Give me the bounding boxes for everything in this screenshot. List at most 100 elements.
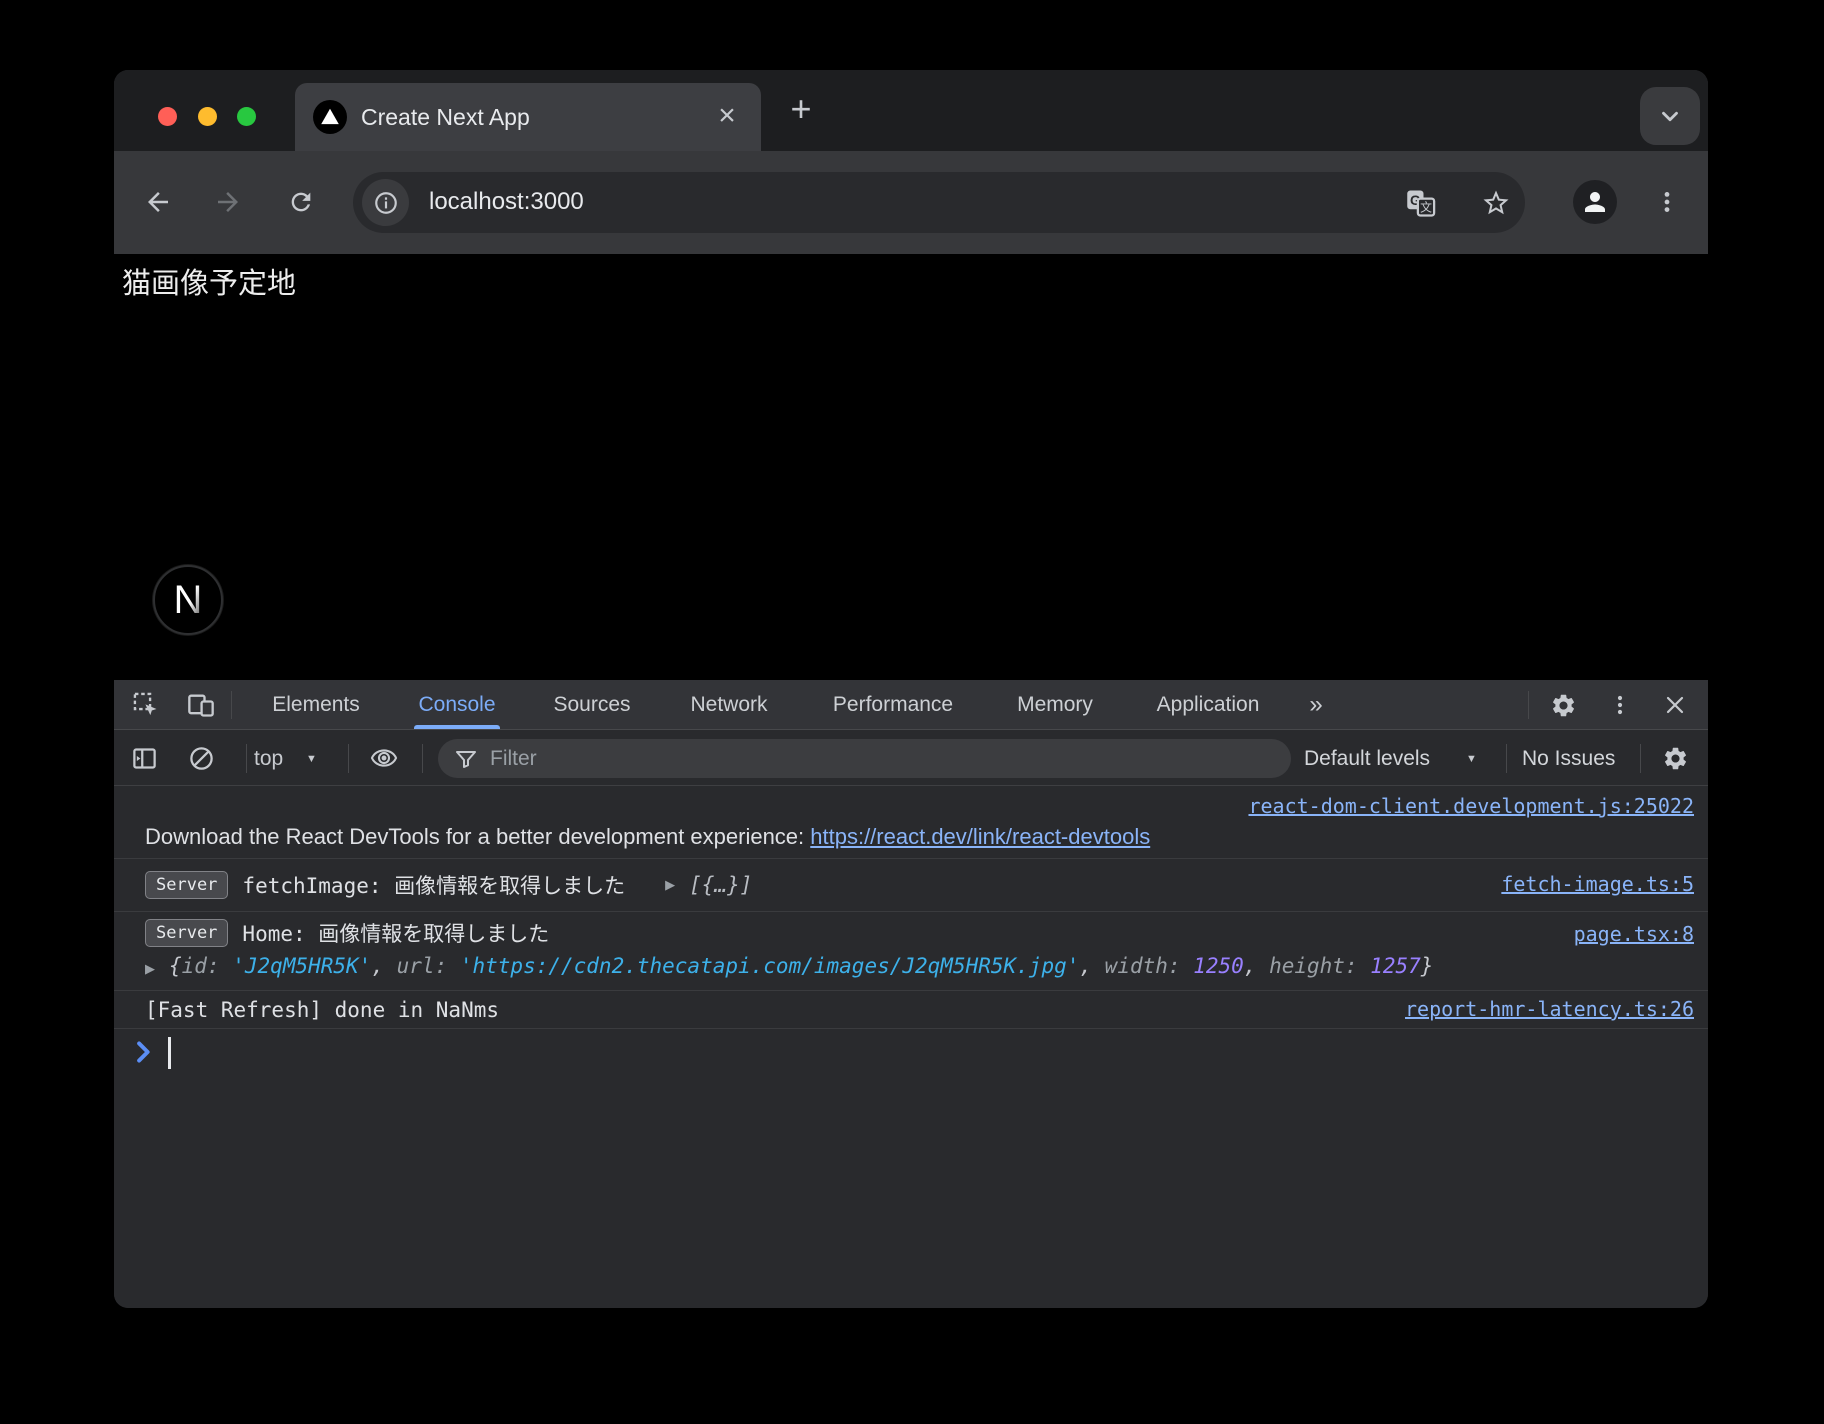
- three-dot-menu-icon: [1654, 189, 1680, 215]
- message-text: fetchImage: 画像情報を取得しました: [242, 870, 625, 900]
- traffic-light-minimize[interactable]: [198, 107, 217, 126]
- tab-performance[interactable]: Performance: [833, 680, 953, 730]
- svg-text:文: 文: [1420, 201, 1432, 215]
- new-tab-button[interactable]: +: [778, 85, 824, 137]
- tab-application[interactable]: Application: [1157, 680, 1260, 730]
- translate-button[interactable]: G 文: [1397, 179, 1445, 227]
- message-text: Download the React DevTools for a better…: [145, 824, 810, 849]
- log-levels-selector[interactable]: Default levels: [1304, 731, 1430, 786]
- filter-input[interactable]: [490, 739, 1270, 778]
- close-icon: [1663, 693, 1687, 717]
- object-key: id: [182, 954, 207, 978]
- traffic-light-zoom[interactable]: [237, 107, 256, 126]
- console-prompt[interactable]: [114, 1033, 1708, 1077]
- devtools-settings-button[interactable]: [1543, 685, 1583, 725]
- object-key: url: [397, 954, 435, 978]
- devtools-menu-button[interactable]: [1600, 685, 1640, 725]
- device-toolbar-icon: [187, 691, 215, 719]
- reload-icon: [287, 188, 315, 216]
- reload-button[interactable]: [279, 180, 323, 224]
- forward-arrow-icon: [213, 187, 243, 217]
- console-row-home: Server Home: 画像情報を取得しました page.tsx:8 ▶ {id…: [114, 912, 1708, 991]
- tab-title: Create Next App: [361, 83, 530, 151]
- brace: {: [169, 954, 182, 978]
- address-bar[interactable]: localhost:3000 G 文: [353, 172, 1525, 233]
- object-array-preview[interactable]: [{…}]: [689, 873, 752, 897]
- issues-counter[interactable]: No Issues: [1522, 731, 1615, 786]
- page-viewport: 猫画像予定地 N: [114, 254, 1708, 680]
- console-row-fetch-image: Server fetchImage: 画像情報を取得しました ▶ [{…}] f…: [114, 859, 1708, 912]
- expand-triangle-icon[interactable]: ▶: [665, 877, 675, 893]
- devtools-close-button[interactable]: [1655, 685, 1695, 725]
- nextjs-logo-letter: N: [174, 578, 203, 623]
- server-badge: Server: [145, 919, 228, 947]
- tab-sources[interactable]: Sources: [553, 680, 630, 730]
- separator: [1528, 691, 1529, 719]
- react-devtools-link[interactable]: https://react.dev/link/react-devtools: [810, 824, 1150, 849]
- tab-network[interactable]: Network: [690, 680, 767, 730]
- context-selector[interactable]: top: [254, 731, 283, 786]
- message-text: Home: 画像情報を取得しました: [242, 918, 549, 948]
- clear-console-button[interactable]: [181, 738, 221, 778]
- forward-button[interactable]: [206, 180, 250, 224]
- console-toolbar: top ▼ Default levels ▼ No Issues: [114, 731, 1708, 786]
- server-badge: Server: [145, 871, 228, 899]
- console-row-fast-refresh: [Fast Refresh] done in NaNms report-hmr-…: [114, 991, 1708, 1029]
- console-settings-button[interactable]: [1655, 738, 1695, 778]
- expand-triangle-icon[interactable]: ▶: [145, 961, 155, 976]
- traffic-light-close[interactable]: [158, 107, 177, 126]
- filter-funnel-icon: [454, 747, 478, 771]
- url-text[interactable]: localhost:3000: [429, 172, 584, 233]
- tab-strip: Create Next App × +: [114, 70, 1708, 151]
- browser-menu-button[interactable]: [1645, 180, 1689, 224]
- devtools-tabbar: Elements Console Sources Network Perform…: [114, 680, 1708, 730]
- site-info-button[interactable]: [362, 179, 409, 226]
- back-button[interactable]: [136, 180, 180, 224]
- chevron-down-icon: [1657, 103, 1683, 129]
- three-dot-menu-icon: [1608, 693, 1632, 717]
- source-link[interactable]: react-dom-client.development.js:25022: [1248, 794, 1694, 818]
- console-filter[interactable]: [438, 739, 1291, 778]
- inspect-cursor-icon: [132, 691, 160, 719]
- more-tabs-button[interactable]: »: [1309, 680, 1322, 730]
- browser-tab[interactable]: Create Next App ×: [295, 83, 761, 151]
- object-number-value: 1257: [1370, 954, 1421, 978]
- gear-icon: [1662, 745, 1689, 772]
- prompt-chevron-icon: [136, 1041, 152, 1063]
- active-tab-underline: [414, 725, 500, 729]
- tab-memory[interactable]: Memory: [1017, 680, 1093, 730]
- source-link[interactable]: page.tsx:8: [1574, 922, 1694, 946]
- inspect-element-button[interactable]: [126, 685, 166, 725]
- person-icon: [1580, 187, 1610, 217]
- device-toolbar-button[interactable]: [181, 685, 221, 725]
- live-expression-button[interactable]: [364, 738, 404, 778]
- browser-window: Create Next App × +: [114, 70, 1708, 1308]
- levels-dropdown-arrow-icon[interactable]: ▼: [1466, 731, 1477, 786]
- tab-close-icon[interactable]: ×: [709, 85, 745, 149]
- console-sidebar-button[interactable]: [124, 738, 164, 778]
- nextjs-favicon-icon: [313, 100, 347, 134]
- separator: [422, 744, 423, 773]
- bookmark-star-button[interactable]: [1472, 179, 1520, 227]
- clear-icon: [188, 745, 215, 772]
- separator: [1640, 744, 1641, 773]
- gear-icon: [1550, 692, 1577, 719]
- dock-panel-icon: [131, 745, 158, 772]
- cat-image-placeholder-text: 猫画像予定地: [122, 260, 296, 302]
- source-link[interactable]: fetch-image.ts:5: [1501, 872, 1694, 896]
- source-link[interactable]: report-hmr-latency.ts:26: [1405, 997, 1694, 1021]
- profile-avatar-button[interactable]: [1573, 180, 1617, 224]
- tab-console[interactable]: Console: [418, 680, 495, 730]
- separator: [1506, 744, 1507, 773]
- object-number-value: 1250: [1193, 954, 1244, 978]
- separator: [348, 744, 349, 773]
- object-string-value: 'J2qM5HR5K': [232, 954, 371, 978]
- back-arrow-icon: [143, 187, 173, 217]
- separator: [231, 691, 232, 719]
- tab-elements[interactable]: Elements: [272, 680, 360, 730]
- tab-search-chevron-button[interactable]: [1640, 87, 1700, 145]
- console-row-react-devtools: react-dom-client.development.js:25022 Do…: [114, 786, 1708, 859]
- info-icon: [373, 190, 399, 216]
- context-dropdown-arrow-icon[interactable]: ▼: [306, 731, 317, 786]
- nextjs-devtools-button[interactable]: N: [153, 565, 223, 635]
